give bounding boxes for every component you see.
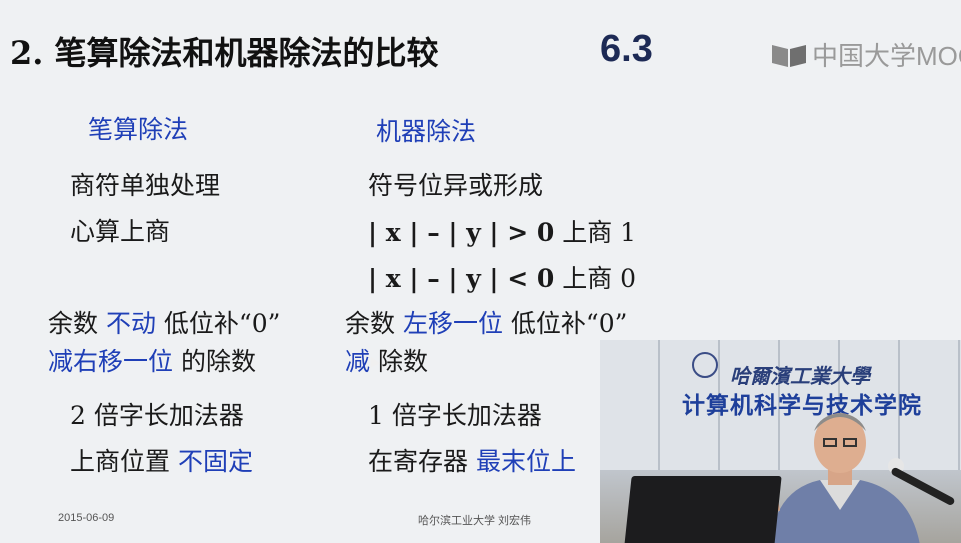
left-row-adder: 2 倍字长加法器 <box>70 401 244 430</box>
header-manual-division: 笔算除法 <box>88 115 189 144</box>
section-number: 6.3 <box>600 28 653 70</box>
text-segment: 余数 <box>345 309 403 338</box>
text-segment: 低位补“0” <box>502 309 628 338</box>
highlight-shift-left: 左移一位 <box>402 309 503 338</box>
text-segment: 余数 <box>48 309 106 338</box>
university-emblem-icon <box>692 352 718 378</box>
right-row-negative: | x | – | y | < 0 上商 0 <box>368 259 636 295</box>
left-row-remainder: 余数 不动 低位补“0” <box>48 304 280 340</box>
text-segment: 在寄存器 <box>368 447 476 476</box>
footer-date: 2015-06-09 <box>58 512 115 524</box>
footer-credit: 哈尔滨工业大学 刘宏伟 <box>418 515 532 527</box>
left-row-quotient: 心算上商 <box>70 217 171 246</box>
left-row-sign: 商符单独处理 <box>70 171 221 200</box>
slide-title: 2. 笔算除法和机器除法的比较 <box>10 34 439 72</box>
highlight-last-bit: 最末位上 <box>475 447 576 476</box>
math-expression: | x | – | y | > 0 <box>368 218 555 247</box>
highlight-shift-right: 减右移一位 <box>48 347 174 376</box>
text-segment: 低位补“0” <box>155 309 281 338</box>
right-row-adder: 1 倍字长加法器 <box>368 401 542 430</box>
header-machine-division: 机器除法 <box>376 117 477 146</box>
left-row-shift: 减右移一位 的除数 <box>48 342 256 378</box>
text-segment: 上商位置 <box>70 447 178 476</box>
book-icon <box>772 44 806 67</box>
laptop <box>624 476 782 543</box>
right-row-sign: 符号位异或形成 <box>368 171 544 200</box>
left-row-position: 上商位置 不固定 <box>70 442 253 478</box>
lecturer-video[interactable]: 哈爾濱工業大學 计算机科学与技术学院 <box>600 340 961 543</box>
right-row-remainder: 余数 左移一位 低位补“0” <box>345 304 627 340</box>
highlight-not-fixed: 不固定 <box>177 447 253 476</box>
right-row-positive: | x | – | y | > 0 上商 1 <box>368 213 636 249</box>
text-segment: 上商 1 <box>554 218 637 247</box>
text-segment: 的除数 <box>173 347 256 376</box>
right-row-subtract: 减 除数 <box>345 342 428 378</box>
right-row-position: 在寄存器 最末位上 <box>368 442 576 478</box>
highlight-subtract: 减 <box>345 347 371 376</box>
logo-text: 中国大学MOOC <box>812 41 961 71</box>
highlight-fixed: 不动 <box>105 309 156 338</box>
mooc-logo: 中国大学MOOC <box>770 36 961 73</box>
text-segment: 上商 0 <box>554 264 637 293</box>
math-expression: | x | – | y | < 0 <box>368 264 555 293</box>
